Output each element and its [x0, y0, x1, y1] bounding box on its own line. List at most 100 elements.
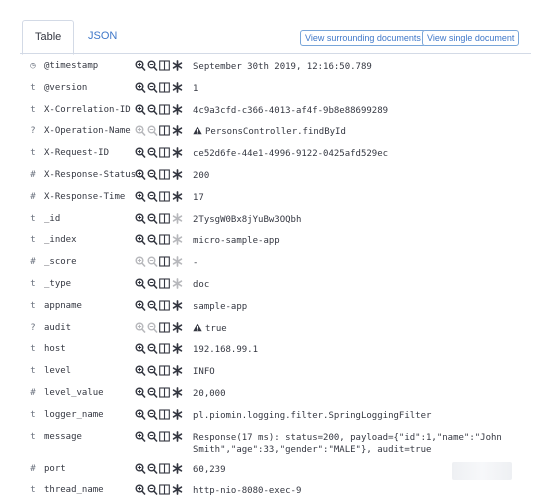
field-value-text: pl.piomin.logging.filter.SpringLoggingFi… — [193, 410, 432, 421]
toggle-column-icon[interactable] — [159, 146, 170, 160]
toggle-column-icon[interactable] — [159, 483, 170, 497]
filter-out-value-icon[interactable] — [147, 255, 158, 269]
filter-exists-icon[interactable] — [172, 386, 183, 400]
filter-for-value-icon[interactable] — [135, 364, 146, 378]
filter-out-value-icon[interactable] — [147, 59, 158, 73]
filter-exists-icon[interactable] — [172, 483, 183, 497]
filter-exists-icon[interactable] — [172, 190, 183, 204]
toggle-column-icon[interactable] — [159, 386, 170, 400]
filter-out-value-icon[interactable] — [147, 342, 158, 356]
filter-for-value-icon[interactable] — [135, 299, 146, 313]
filter-exists-icon[interactable] — [172, 277, 183, 291]
filter-for-value-icon[interactable] — [135, 386, 146, 400]
filter-for-value-icon[interactable] — [135, 255, 146, 269]
filter-exists-icon[interactable] — [172, 233, 183, 247]
filter-out-value-icon[interactable] — [147, 81, 158, 95]
filter-out-value-icon[interactable] — [147, 299, 158, 313]
filter-exists-icon[interactable] — [172, 255, 183, 269]
filter-exists-icon[interactable] — [172, 81, 183, 95]
field-row: ? audit true — [20, 318, 531, 340]
filter-for-value-icon[interactable] — [135, 168, 146, 182]
field-value-text: 20,000 — [193, 388, 226, 399]
toggle-column-icon[interactable] — [159, 299, 170, 313]
field-name: X-Operation-Name — [44, 126, 131, 137]
filter-for-value-icon[interactable] — [135, 124, 146, 138]
filter-out-value-icon[interactable] — [147, 462, 158, 476]
tab-table[interactable]: Table — [22, 20, 75, 55]
tab-json[interactable]: JSON — [76, 20, 129, 53]
filter-out-value-icon[interactable] — [147, 408, 158, 422]
toggle-column-icon[interactable] — [159, 255, 170, 269]
toggle-column-icon[interactable] — [159, 233, 170, 247]
toggle-column-icon[interactable] — [159, 212, 170, 226]
filter-for-value-icon[interactable] — [135, 59, 146, 73]
toggle-column-icon[interactable] — [159, 81, 170, 95]
toggle-column-icon[interactable] — [159, 462, 170, 476]
field-name: @timestamp — [44, 61, 99, 71]
filter-out-value-icon[interactable] — [147, 103, 158, 117]
filter-out-value-icon[interactable] — [147, 212, 158, 226]
filter-for-value-icon[interactable] — [135, 430, 146, 444]
field-value-text: INFO — [193, 367, 215, 378]
toggle-column-icon[interactable] — [159, 168, 170, 182]
filter-out-value-icon[interactable] — [147, 430, 158, 444]
field-name: X-Response-Status — [44, 169, 137, 180]
toggle-column-icon[interactable] — [159, 277, 170, 291]
field-name: _score — [44, 257, 77, 268]
field-type-icon: t — [30, 344, 36, 355]
toggle-column-icon[interactable] — [159, 103, 170, 117]
field-value-text: true — [205, 323, 227, 334]
filter-out-value-icon[interactable] — [147, 277, 158, 291]
toggle-column-icon[interactable] — [159, 190, 170, 204]
field-name: message — [44, 431, 82, 442]
filter-exists-icon[interactable] — [172, 212, 183, 226]
filter-for-value-icon[interactable] — [135, 212, 146, 226]
toggle-column-icon[interactable] — [159, 124, 170, 138]
watermark — [452, 462, 512, 480]
toggle-column-icon[interactable] — [159, 321, 170, 335]
filter-out-value-icon[interactable] — [147, 233, 158, 247]
filter-out-value-icon[interactable] — [147, 386, 158, 400]
view-single-document-button[interactable]: View single document — [422, 30, 520, 46]
filter-exists-icon[interactable] — [172, 146, 183, 160]
filter-out-value-icon[interactable] — [147, 364, 158, 378]
filter-for-value-icon[interactable] — [135, 103, 146, 117]
filter-exists-icon[interactable] — [172, 103, 183, 117]
filter-for-value-icon[interactable] — [135, 462, 146, 476]
filter-out-value-icon[interactable] — [147, 321, 158, 335]
filter-for-value-icon[interactable] — [135, 190, 146, 204]
filter-exists-icon[interactable] — [172, 342, 183, 356]
filter-exists-icon[interactable] — [172, 462, 183, 476]
filter-for-value-icon[interactable] — [135, 483, 146, 497]
toggle-column-icon[interactable] — [159, 342, 170, 356]
filter-for-value-icon[interactable] — [135, 321, 146, 335]
field-row: # X-Response-Time 17 — [20, 187, 531, 209]
filter-exists-icon[interactable] — [172, 59, 183, 73]
filter-out-value-icon[interactable] — [147, 146, 158, 160]
filter-out-value-icon[interactable] — [147, 483, 158, 497]
filter-exists-icon[interactable] — [172, 430, 183, 444]
filter-for-value-icon[interactable] — [135, 342, 146, 356]
toggle-column-icon[interactable] — [159, 364, 170, 378]
filter-exists-icon[interactable] — [172, 321, 183, 335]
view-surrounding-documents-button[interactable]: View surrounding documents — [300, 30, 426, 46]
filter-for-value-icon[interactable] — [135, 233, 146, 247]
filter-out-value-icon[interactable] — [147, 190, 158, 204]
toggle-column-icon[interactable] — [159, 408, 170, 422]
filter-exists-icon[interactable] — [172, 364, 183, 378]
filter-for-value-icon[interactable] — [135, 277, 146, 291]
field-value: PersonsController.findById — [193, 126, 528, 139]
filter-for-value-icon[interactable] — [135, 146, 146, 160]
filter-for-value-icon[interactable] — [135, 408, 146, 422]
field-type-icon: t — [30, 235, 36, 246]
toggle-column-icon[interactable] — [159, 59, 170, 73]
toggle-column-icon[interactable] — [159, 430, 170, 444]
filter-out-value-icon[interactable] — [147, 168, 158, 182]
filter-out-value-icon[interactable] — [147, 124, 158, 138]
filter-exists-icon[interactable] — [172, 408, 183, 422]
filter-for-value-icon[interactable] — [135, 81, 146, 95]
field-type-icon: # — [30, 387, 36, 398]
filter-exists-icon[interactable] — [172, 124, 183, 138]
filter-exists-icon[interactable] — [172, 299, 183, 313]
filter-exists-icon[interactable] — [172, 168, 183, 182]
